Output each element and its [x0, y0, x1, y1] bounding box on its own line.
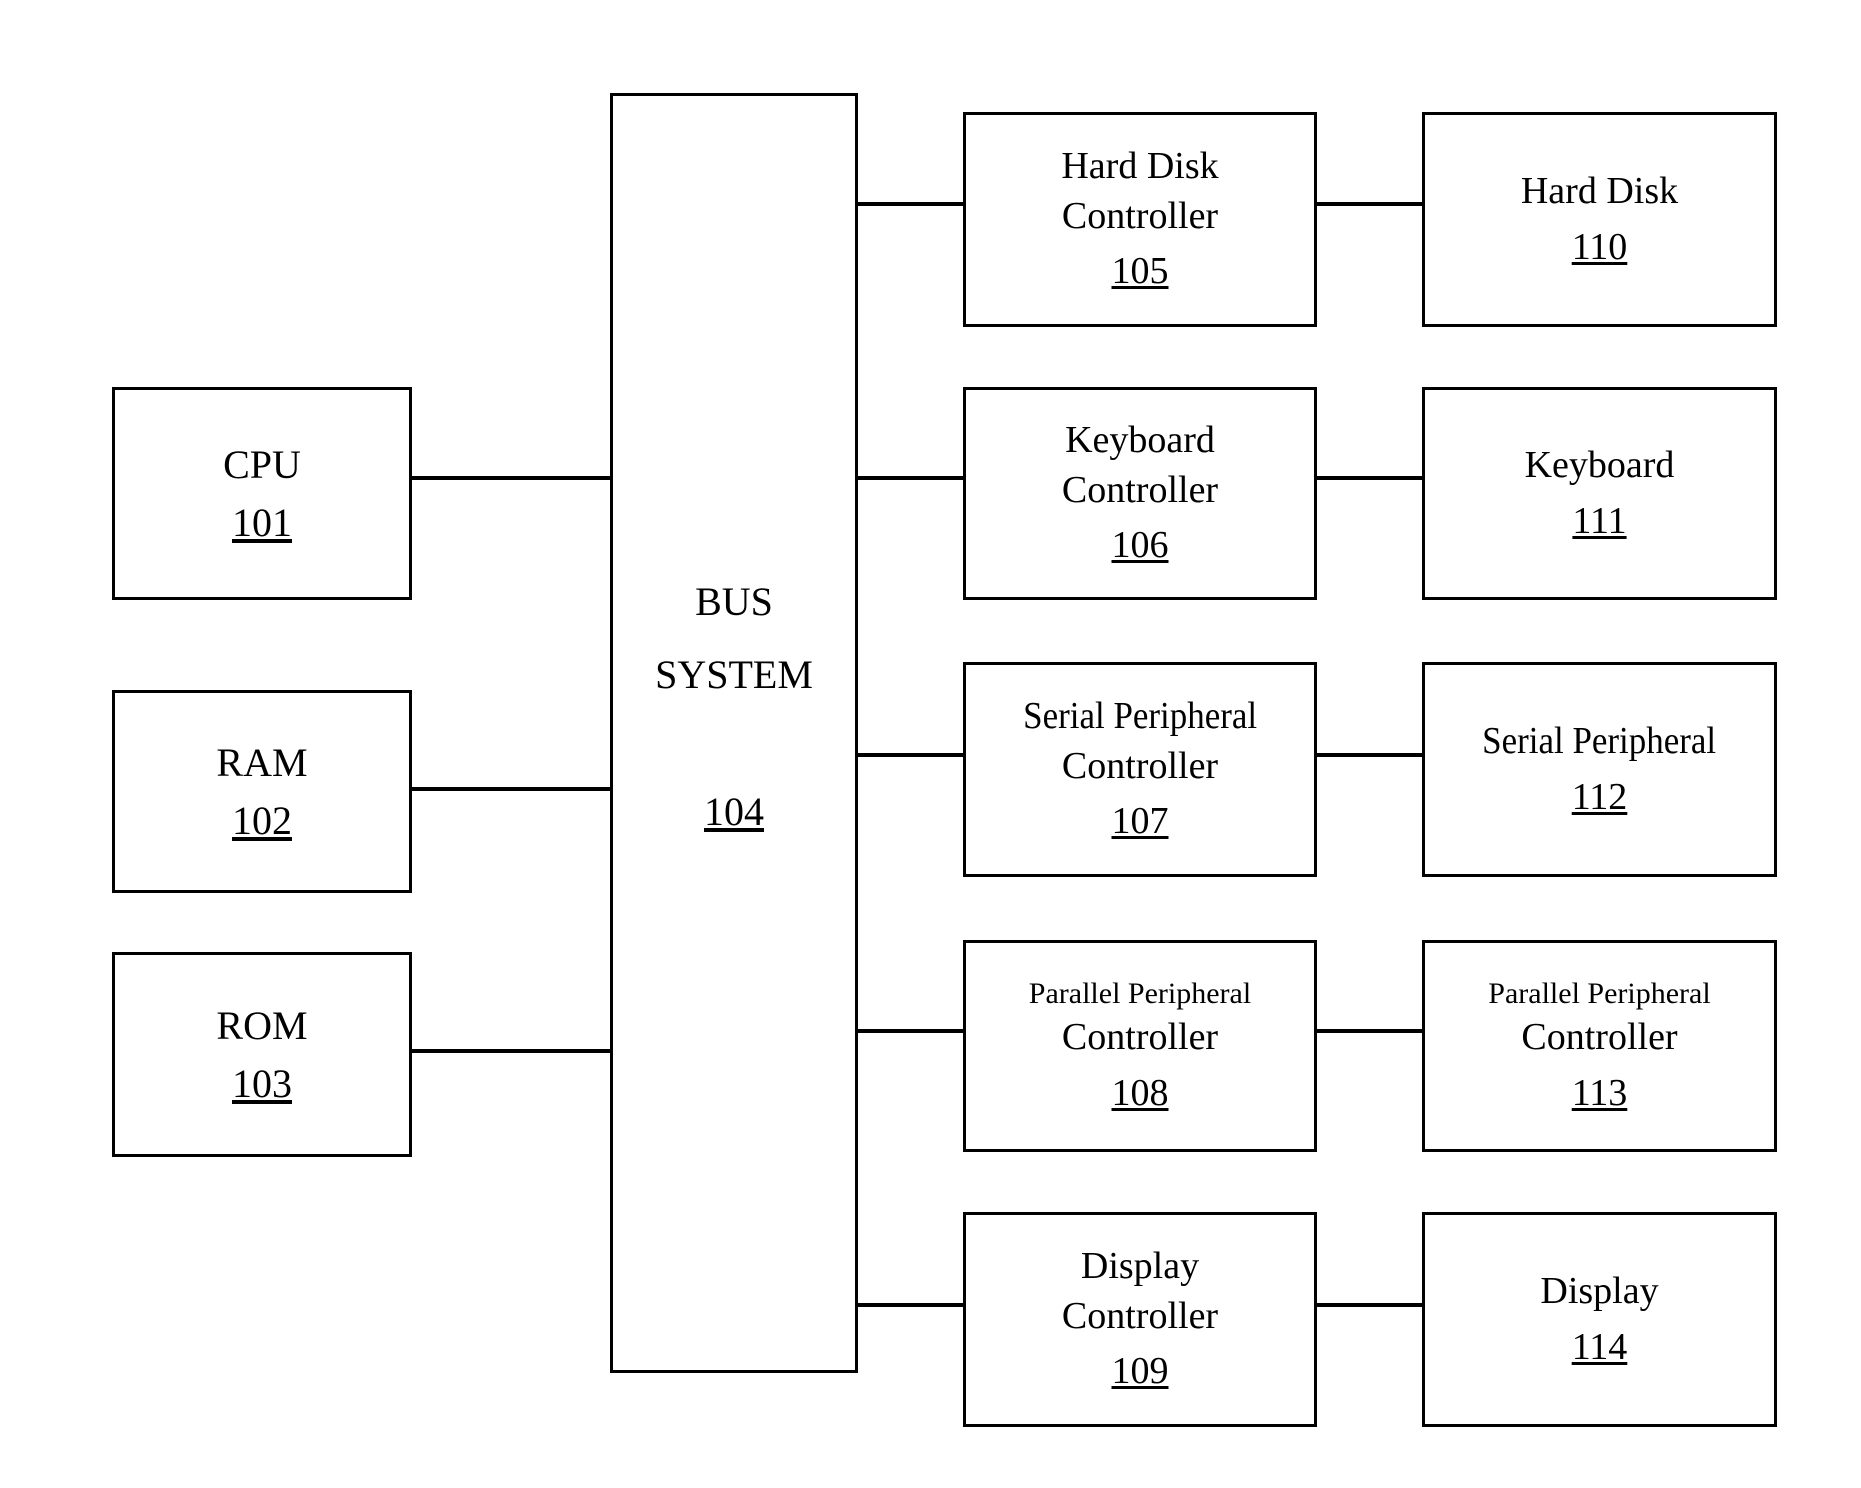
- block-parallel-peripheral-controller: Parallel Peripheral Controller 108: [963, 940, 1317, 1152]
- block-keyboard-controller-line2: Controller: [1061, 468, 1219, 511]
- block-ram-label: RAM: [216, 739, 308, 785]
- block-hard-disk: Hard Disk 110: [1422, 112, 1777, 327]
- connector-keyboard-controller-to-keyboard: [1314, 476, 1425, 480]
- block-serial-peripheral: Serial Peripheral 112: [1422, 662, 1777, 877]
- block-parallel-peripheral-line2: Controller: [1521, 1016, 1678, 1059]
- block-rom-refnum: 103: [232, 1060, 292, 1106]
- connector-ram-to-bus: [409, 787, 613, 791]
- block-display-refnum: 114: [1571, 1325, 1628, 1368]
- block-serial-peripheral-controller-line1: Serial Peripheral: [1023, 695, 1257, 738]
- block-hard-disk-controller-line1: Hard Disk: [1061, 145, 1219, 188]
- block-hard-disk-controller: Hard Disk Controller 105: [963, 112, 1317, 327]
- block-serial-peripheral-controller: Serial Peripheral Controller 107: [963, 662, 1317, 877]
- block-bus-system-label-line1: BUS: [695, 579, 773, 624]
- connector-bus-to-parallel-peripheral-controller: [855, 1029, 966, 1033]
- connector-serial-peripheral-controller-to-serial-peripheral: [1314, 753, 1425, 757]
- block-hard-disk-controller-refnum: 105: [1111, 250, 1169, 293]
- block-display-controller-refnum: 109: [1111, 1350, 1169, 1393]
- block-parallel-peripheral: Parallel Peripheral Controller 113: [1422, 940, 1777, 1152]
- block-bus-system-label-line2: SYSTEM: [655, 651, 813, 697]
- block-parallel-peripheral-controller-line2: Controller: [1061, 1016, 1219, 1059]
- block-cpu-label: CPU: [223, 441, 301, 487]
- block-bus-system-label-group: BUS SYSTEM: [613, 576, 855, 701]
- block-rom: ROM 103: [112, 952, 412, 1157]
- block-serial-peripheral-refnum: 112: [1571, 775, 1628, 818]
- block-display-controller-line1: Display: [1080, 1245, 1200, 1288]
- block-bus-system-refnum: 104: [704, 789, 764, 834]
- block-keyboard-refnum: 111: [1572, 499, 1627, 542]
- block-ram: RAM 102: [112, 690, 412, 893]
- block-ram-refnum: 102: [232, 797, 292, 843]
- block-display-controller-line2: Controller: [1061, 1294, 1219, 1337]
- connector-hard-disk-controller-to-hard-disk: [1314, 202, 1425, 206]
- connector-rom-to-bus: [409, 1049, 613, 1053]
- connector-bus-to-hard-disk-controller: [855, 202, 966, 206]
- block-cpu-refnum: 101: [232, 499, 292, 545]
- block-rom-label: ROM: [216, 1002, 308, 1048]
- block-serial-peripheral-controller-line2: Controller: [1061, 744, 1219, 787]
- connector-bus-to-display-controller: [855, 1303, 966, 1307]
- block-display-line1: Display: [1540, 1270, 1659, 1313]
- block-parallel-peripheral-controller-refnum: 108: [1111, 1071, 1169, 1114]
- block-keyboard: Keyboard 111: [1422, 387, 1777, 600]
- block-hard-disk-line1: Hard Disk: [1520, 170, 1679, 213]
- connector-bus-to-keyboard-controller: [855, 476, 966, 480]
- block-keyboard-line1: Keyboard: [1524, 444, 1675, 487]
- block-parallel-peripheral-line1: Parallel Peripheral: [1488, 977, 1711, 1011]
- block-hard-disk-refnum: 110: [1571, 225, 1628, 268]
- block-keyboard-controller-refnum: 106: [1111, 524, 1169, 567]
- block-keyboard-controller-line1: Keyboard: [1065, 419, 1215, 462]
- connector-bus-to-serial-peripheral-controller: [855, 753, 966, 757]
- block-display-controller: Display Controller 109: [963, 1212, 1317, 1427]
- connector-display-controller-to-display: [1314, 1303, 1425, 1307]
- block-cpu: CPU 101: [112, 387, 412, 600]
- block-serial-peripheral-line1: Serial Peripheral: [1482, 720, 1717, 763]
- connector-parallel-peripheral-controller-to-parallel-peripheral: [1314, 1029, 1425, 1033]
- block-parallel-peripheral-controller-line1: Parallel Peripheral: [1028, 977, 1252, 1011]
- block-bus-system: BUS SYSTEM 104: [610, 93, 858, 1373]
- connector-cpu-to-bus: [409, 476, 613, 480]
- block-serial-peripheral-controller-refnum: 107: [1111, 800, 1169, 843]
- block-parallel-peripheral-refnum: 113: [1571, 1071, 1628, 1114]
- figure-canvas: CPU 101 RAM 102 ROM 103 BUS SYSTEM 104 H…: [0, 0, 1861, 1488]
- block-hard-disk-controller-line2: Controller: [1061, 194, 1219, 237]
- block-keyboard-controller: Keyboard Controller 106: [963, 387, 1317, 600]
- block-display: Display 114: [1422, 1212, 1777, 1427]
